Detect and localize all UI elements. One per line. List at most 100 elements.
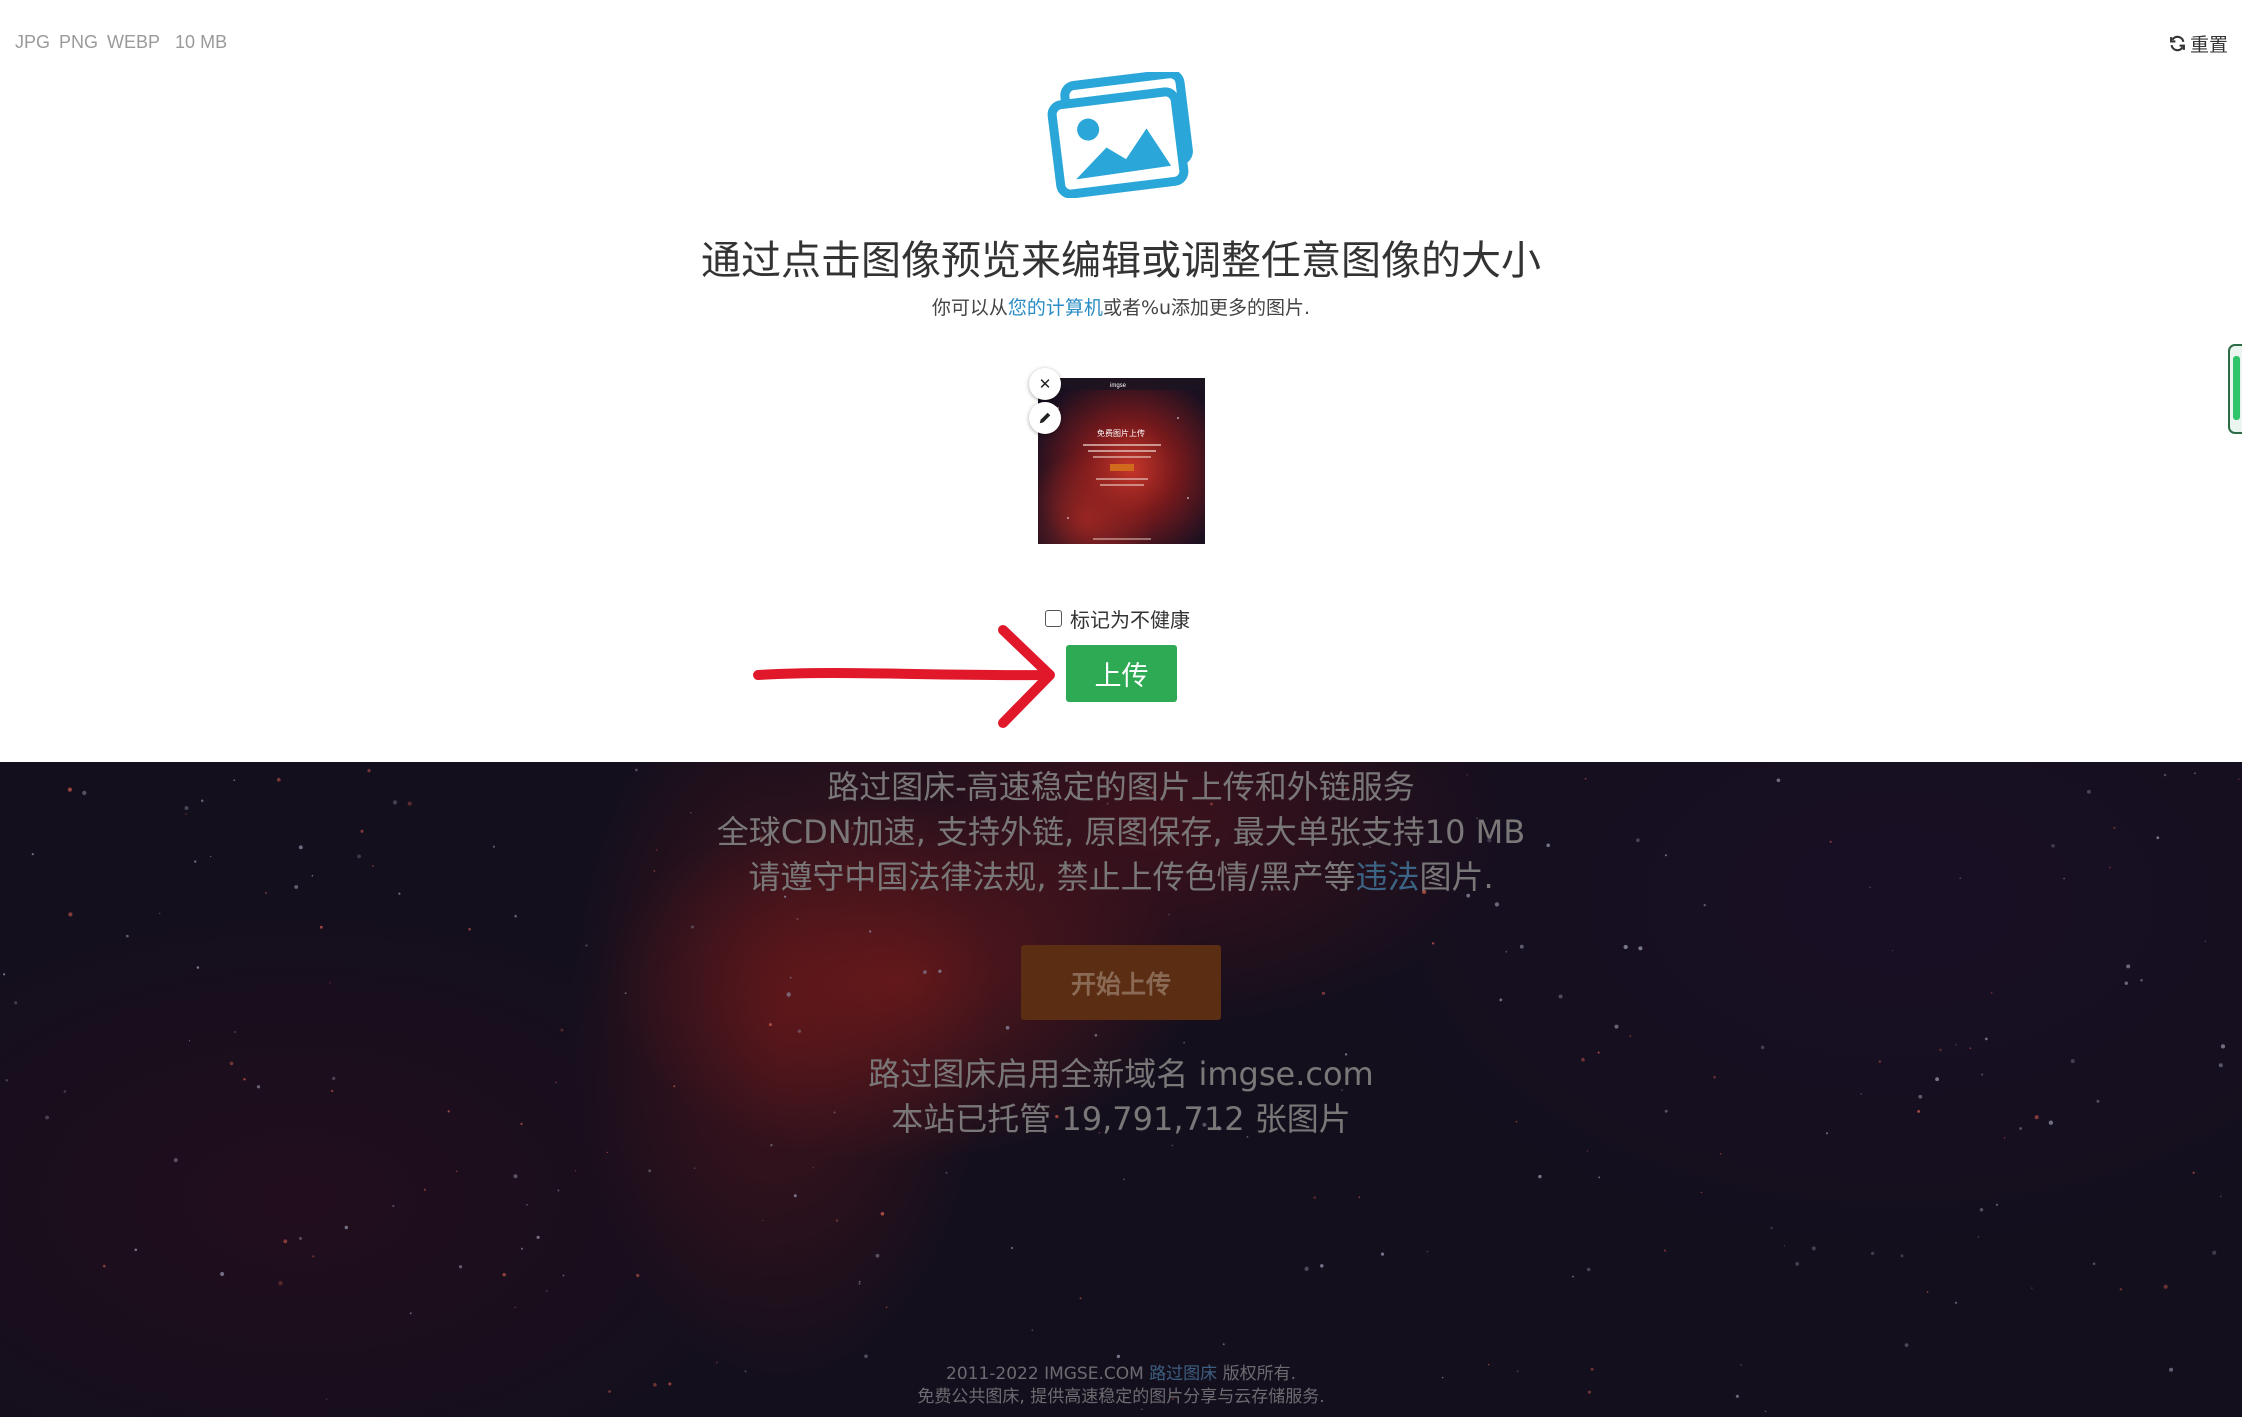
star <box>1984 1037 1988 1041</box>
image-preview[interactable]: imgse 免费图片上传 <box>1038 378 1205 544</box>
star <box>1700 1191 1703 1194</box>
star <box>1760 1045 1765 1050</box>
footer-description: 免费公共图床, 提供高速稳定的图片分享与云存储服务. <box>917 1387 1325 1407</box>
star <box>1094 1033 1098 1037</box>
star <box>858 1282 861 1285</box>
star <box>409 1312 412 1315</box>
star <box>797 1029 802 1033</box>
allowed-formats: JPG PNG WEBP 10 MB <box>15 32 236 53</box>
star <box>196 966 200 969</box>
star <box>1358 1196 1361 1198</box>
red-arrow-annotation <box>753 625 1055 728</box>
star <box>2126 964 2131 969</box>
star <box>1005 1025 1010 1030</box>
star <box>938 969 942 973</box>
star <box>102 1264 106 1268</box>
star <box>922 970 927 975</box>
star <box>1426 1250 1429 1253</box>
star <box>1979 1208 1984 1212</box>
reset-button[interactable]: 重置 <box>2169 30 2228 57</box>
side-scroll-widget[interactable] <box>2228 344 2242 434</box>
star <box>520 1247 524 1250</box>
star <box>835 1219 839 1222</box>
home-stats: 路过图床启用全新域名 imgse.com 本站已托管 19,791,712 张图… <box>0 1052 2242 1142</box>
star <box>1499 998 1503 1002</box>
star <box>880 1212 885 1216</box>
star <box>2204 940 2207 942</box>
star <box>2124 981 2129 985</box>
thumb-heading: 免费图片上传 <box>1097 428 1145 438</box>
star <box>329 982 331 984</box>
star <box>1719 1152 1722 1155</box>
star <box>1811 1246 1816 1251</box>
star <box>1598 1176 1601 1179</box>
format-webp: WEBP <box>107 32 161 52</box>
preview-thumbnail[interactable]: imgse 免费图片上传 <box>1038 378 1205 544</box>
star <box>1123 1178 1125 1181</box>
star <box>875 1253 880 1258</box>
side-scroll-thumb[interactable] <box>2233 356 2240 420</box>
home-tagline: 路过图床-高速稳定的图片上传和外链服务 <box>827 768 1415 806</box>
star <box>1891 949 1894 952</box>
remove-image-button[interactable]: ✕ <box>1029 368 1061 400</box>
star <box>574 1169 577 1172</box>
star <box>768 1023 772 1027</box>
star <box>796 917 799 921</box>
star <box>560 1028 564 1032</box>
star <box>624 992 627 995</box>
star <box>693 1167 696 1169</box>
star <box>1079 1297 1082 1300</box>
star <box>770 1144 773 1147</box>
star <box>2163 1284 2168 1289</box>
illegal-link[interactable]: 违法 <box>1355 858 1419 896</box>
star <box>648 1169 652 1173</box>
star <box>2219 1195 2222 1198</box>
star <box>1995 1203 1999 1206</box>
star <box>68 912 73 917</box>
nsfw-label: 标记为不健康 <box>1070 608 1190 632</box>
panel-subtitle: 你可以从您的计算机或者%u添加更多的图片. <box>931 297 1311 319</box>
star <box>1171 1144 1174 1147</box>
star <box>636 1273 640 1278</box>
star <box>1954 1301 1958 1305</box>
star <box>585 944 588 947</box>
star <box>789 976 792 979</box>
star <box>502 1272 506 1277</box>
star <box>1586 1150 1589 1152</box>
from-computer-link[interactable]: 您的计算机 <box>1008 297 1103 319</box>
star <box>278 1281 283 1286</box>
star <box>869 930 872 933</box>
star <box>188 1040 191 1042</box>
star <box>1783 1245 1786 1247</box>
footer-site-link[interactable]: 路过图床 <box>1149 1364 1217 1384</box>
images-icon <box>1047 72 1193 198</box>
star <box>134 1248 138 1252</box>
star <box>1770 1226 1773 1229</box>
star <box>1320 1264 1324 1268</box>
star <box>14 1001 18 1005</box>
star <box>283 1239 288 1244</box>
star <box>1010 1246 1014 1250</box>
star <box>858 1280 861 1283</box>
star <box>1990 991 1993 994</box>
star <box>1703 903 1706 907</box>
star <box>1623 944 1628 950</box>
star <box>1519 944 1524 949</box>
star <box>1977 1236 1980 1238</box>
new-domain-notice: 路过图床启用全新域名 imgse.com <box>868 1055 1374 1093</box>
star <box>606 1151 608 1154</box>
start-upload-button[interactable]: 开始上传 <box>1021 945 1221 1020</box>
edit-image-button[interactable] <box>1029 402 1061 434</box>
upload-button[interactable]: 上传 <box>1066 645 1177 702</box>
hosted-count: 本站已托管 19,791,712 张图片 <box>891 1100 1351 1138</box>
star <box>812 1166 815 1169</box>
star <box>1664 1249 1667 1252</box>
star <box>1031 1329 1034 1331</box>
star <box>1638 946 1643 951</box>
reset-label: 重置 <box>2189 34 2228 56</box>
footer: 2011-2022 IMGSE.COM 路过图床 版权所有. 免费公共图床, 提… <box>0 1363 2242 1409</box>
star <box>545 1290 548 1292</box>
star <box>1431 942 1435 945</box>
panel-title: 通过点击图像预览来编辑或调整任意图像的大小 <box>701 238 1541 284</box>
star <box>1558 994 1563 999</box>
